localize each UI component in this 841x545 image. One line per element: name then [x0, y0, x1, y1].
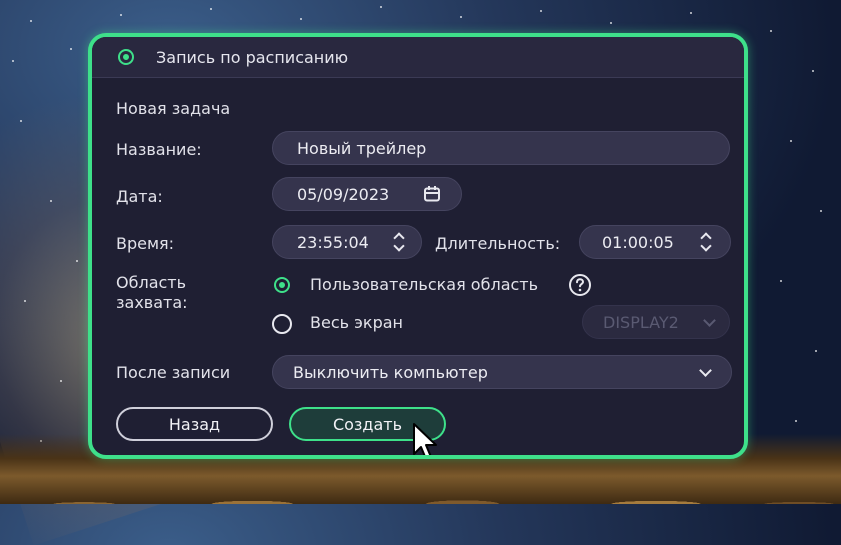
date-input[interactable]: 05/09/2023: [272, 177, 462, 211]
capture-option-fullscreen-label: Весь экран: [310, 313, 403, 332]
after-record-value: Выключить компьютер: [293, 363, 488, 382]
display-select[interactable]: DISPLAY2: [582, 305, 730, 339]
time-input[interactable]: 23:55:04: [272, 225, 422, 259]
duration-value: 01:00:05: [602, 233, 674, 252]
name-value: Новый трейлер: [297, 139, 427, 158]
capture-option-custom[interactable]: Пользовательская область: [272, 274, 572, 298]
schedule-dialog: Запись по расписанию Новая задача Назван…: [88, 33, 748, 459]
time-value: 23:55:04: [297, 233, 369, 252]
time-label: Время:: [116, 234, 175, 253]
duration-input[interactable]: 01:00:05: [579, 225, 731, 259]
calendar-icon[interactable]: [423, 185, 441, 203]
dialog-header: Запись по расписанию: [92, 37, 744, 78]
capture-label-line2: захвата:: [116, 293, 188, 312]
name-input[interactable]: Новый трейлер: [272, 131, 730, 165]
rocks: [0, 458, 841, 504]
back-button[interactable]: Назад: [116, 407, 273, 441]
capture-option-custom-label: Пользовательская область: [310, 275, 539, 294]
date-label: Дата:: [116, 187, 163, 206]
radio-selected-icon[interactable]: [118, 49, 134, 65]
duration-spinner-icon[interactable]: [700, 230, 712, 254]
after-record-select[interactable]: Выключить компьютер: [272, 355, 732, 389]
radio-selected-icon[interactable]: [274, 277, 290, 293]
capture-option-fullscreen[interactable]: Весь экран: [272, 311, 472, 335]
radio-unselected-icon[interactable]: [272, 314, 292, 334]
duration-label: Длительность:: [435, 234, 561, 253]
name-label: Название:: [116, 140, 202, 159]
chevron-down-icon: [699, 364, 712, 377]
time-spinner-icon[interactable]: [393, 230, 405, 254]
display-select-value: DISPLAY2: [603, 313, 679, 332]
help-icon[interactable]: [568, 273, 592, 297]
chevron-down-icon: [703, 314, 716, 327]
section-title: Новая задача: [116, 99, 231, 118]
mouse-cursor-icon: [413, 423, 437, 455]
capture-label-line1: Область: [116, 273, 187, 292]
date-value: 05/09/2023: [297, 185, 390, 204]
after-record-label: После записи: [116, 363, 231, 382]
dialog-title: Запись по расписанию: [156, 48, 349, 67]
